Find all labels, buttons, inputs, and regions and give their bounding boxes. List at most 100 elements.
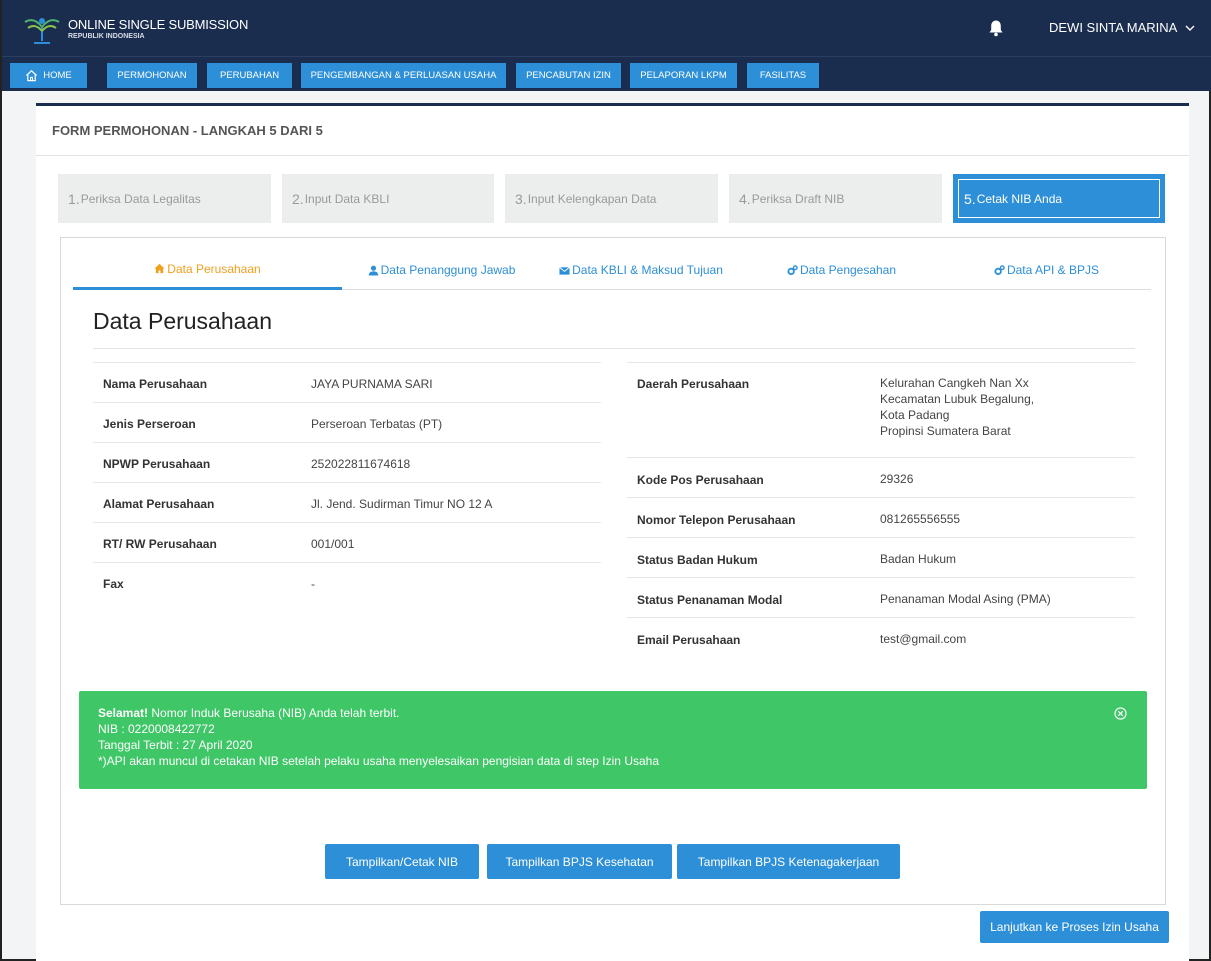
- alert-strong: Selamat!: [98, 706, 149, 720]
- home-icon: [26, 70, 38, 82]
- button-label: Tampilkan BPJS Kesehatan: [505, 854, 654, 869]
- bell-icon[interactable]: [987, 19, 1005, 37]
- field-row: Kode Pos Perusahaan 29326: [627, 457, 1135, 497]
- nav-fasilitas[interactable]: FASILITAS: [747, 63, 819, 88]
- step-4[interactable]: 4. Periksa Draft NIB: [729, 174, 942, 223]
- lanjutkan-izin-usaha-button[interactable]: Lanjutkan ke Proses Izin Usaha: [980, 911, 1169, 943]
- field-row: Fax -: [93, 562, 601, 602]
- tab-label: Data Penanggung Jawab: [380, 263, 516, 277]
- chevron-down-icon: [1185, 25, 1195, 31]
- field-label: RT/ RW Perusahaan: [103, 537, 217, 551]
- step-label: Periksa Draft NIB: [751, 191, 845, 206]
- user-icon: [368, 265, 378, 276]
- right-field-table: Daerah Perusahaan Kelurahan Cangkeh Nan …: [627, 362, 1135, 657]
- field-label: Nama Perusahaan: [103, 377, 208, 391]
- field-label: Jenis Perseroan: [103, 417, 196, 431]
- tab-bar: Data Perusahaan Data Penanggung Jawab Da…: [73, 250, 1151, 290]
- field-row: Nomor Telepon Perusahaan 081265556555: [627, 497, 1135, 537]
- alert-line: Selamat! Nomor Induk Berusaha (NIB) Anda…: [98, 705, 1147, 721]
- nav-label: PENCABUTAN IZIN: [526, 70, 611, 81]
- home-icon: [154, 263, 165, 274]
- field-row: Alamat Perusahaan Jl. Jend. Sudirman Tim…: [93, 482, 601, 522]
- alert-text: Nomor Induk Berusaha (NIB) Anda telah te…: [148, 706, 400, 720]
- step-2[interactable]: 2. Input Data KBLI: [282, 174, 494, 223]
- section-title: Data Perusahaan: [93, 308, 273, 334]
- field-row: Jenis Perseroan Perseroan Terbatas (PT): [93, 402, 601, 442]
- tab-data-api-bpjs[interactable]: Data API & BPJS: [942, 250, 1151, 290]
- tab-data-pengesahan[interactable]: Data Pengesahan: [741, 250, 942, 290]
- nav-label: PENGEMBANGAN & PERLUASAN USAHA: [310, 70, 497, 81]
- nav-home[interactable]: HOME: [10, 63, 87, 88]
- field-value: test@gmail.com: [880, 632, 967, 646]
- nav-pelaporan-lkpm[interactable]: PELAPORAN LKPM: [630, 63, 737, 88]
- button-label: Lanjutkan ke Proses Izin Usaha: [990, 920, 1159, 934]
- address-line: Kota Padang: [880, 408, 950, 422]
- field-row: Status Penanaman Modal Penanaman Modal A…: [627, 577, 1135, 617]
- tab-data-perusahaan[interactable]: Data Perusahaan: [73, 250, 342, 290]
- oss-logo-icon: [24, 18, 60, 44]
- field-row: Daerah Perusahaan Kelurahan Cangkeh Nan …: [627, 362, 1135, 457]
- close-icon[interactable]: [1114, 707, 1127, 720]
- button-label: Tampilkan BPJS Ketenagakerjaan: [697, 854, 880, 869]
- gears-icon: [787, 264, 798, 275]
- step-label: Input Kelengkapan Data: [527, 191, 657, 206]
- field-value: -: [311, 577, 315, 591]
- field-label: Fax: [103, 577, 124, 591]
- address-line: Propinsi Sumatera Barat: [880, 424, 1011, 438]
- cetak-nib-button[interactable]: Tampilkan/Cetak NIB: [325, 844, 479, 879]
- tab-data-penanggung-jawab[interactable]: Data Penanggung Jawab: [342, 250, 541, 290]
- step-3[interactable]: 3. Input Kelengkapan Data: [505, 174, 718, 223]
- field-label: Nomor Telepon Perusahaan: [637, 513, 796, 527]
- field-label: Kode Pos Perusahaan: [637, 473, 764, 487]
- form-card: FORM PERMOHONAN - LANGKAH 5 DARI 5 1. Pe…: [36, 103, 1189, 961]
- app-window: ONLINE SINGLE SUBMISSION REPUBLIK INDONE…: [0, 0, 1211, 961]
- step-number: 4.: [739, 190, 751, 207]
- envelope-icon: [559, 266, 570, 275]
- field-value: Badan Hukum: [880, 552, 957, 566]
- tab-label: Data KBLI & Maksud Tujuan: [572, 263, 723, 277]
- form-title: FORM PERMOHONAN - LANGKAH 5 DARI 5: [36, 106, 1189, 156]
- nav-permohonan[interactable]: PERMOHONAN: [107, 63, 197, 88]
- step-active-frame: 5. Cetak NIB Anda: [958, 179, 1160, 218]
- step-number: 3.: [515, 190, 527, 207]
- brand-logo[interactable]: ONLINE SINGLE SUBMISSION REPUBLIK INDONE…: [22, 11, 248, 45]
- field-row: Nama Perusahaan JAYA PURNAMA SARI: [93, 362, 601, 402]
- step-label: Input Data KBLI: [304, 191, 390, 206]
- alert-date: Tanggal Terbit : 27 April 2020: [98, 738, 253, 752]
- nav-pengembangan[interactable]: PENGEMBANGAN & PERLUASAN USAHA: [301, 63, 506, 88]
- field-value: Perseroan Terbatas (PT): [311, 417, 443, 431]
- field-value: 29326: [880, 472, 914, 486]
- nav-home-label: HOME: [43, 70, 72, 81]
- alert-note: *)API akan muncul di cetakan NIB setelah…: [98, 754, 660, 768]
- bpjs-kesehatan-button[interactable]: Tampilkan BPJS Kesehatan: [487, 844, 672, 879]
- data-panel: Data Perusahaan Data Penanggung Jawab Da…: [60, 237, 1166, 905]
- nav-label: PERUBAHAN: [219, 70, 280, 81]
- field-label: Daerah Perusahaan: [637, 377, 750, 391]
- bpjs-ketenagakerjaan-button[interactable]: Tampilkan BPJS Ketenagakerjaan: [677, 844, 900, 879]
- tab-label: Data Pengesahan: [799, 263, 897, 277]
- nav-perubahan[interactable]: PERUBAHAN: [207, 63, 292, 88]
- user-name: DEWI SINTA MARINA: [1049, 20, 1178, 35]
- user-menu[interactable]: DEWI SINTA MARINA: [1049, 20, 1195, 35]
- success-alert: Selamat! Nomor Induk Berusaha (NIB) Anda…: [79, 691, 1147, 789]
- step-5[interactable]: 5. Cetak NIB Anda: [953, 174, 1165, 223]
- alert-nib: NIB : 0220008422772: [98, 722, 215, 736]
- field-row: Email Perusahaan test@gmail.com: [627, 617, 1135, 657]
- field-row: NPWP Perusahaan 252022811674618: [93, 442, 601, 482]
- gears-icon: [994, 264, 1005, 275]
- top-bar: ONLINE SINGLE SUBMISSION REPUBLIK INDONE…: [2, 0, 1211, 56]
- nav-label: PELAPORAN LKPM: [640, 70, 727, 81]
- field-value-multiline: Kelurahan Cangkeh Nan Xx Kecamatan Lubuk…: [880, 375, 1034, 439]
- left-field-table: Nama Perusahaan JAYA PURNAMA SARI Jenis …: [93, 362, 601, 602]
- tab-data-kbli[interactable]: Data KBLI & Maksud Tujuan: [541, 250, 741, 290]
- step-1[interactable]: 1. Periksa Data Legalitas: [58, 174, 271, 223]
- step-label: Periksa Data Legalitas: [80, 191, 201, 206]
- button-label: Tampilkan/Cetak NIB: [345, 854, 459, 869]
- address-line: Kelurahan Cangkeh Nan Xx: [880, 376, 1029, 390]
- field-label: Alamat Perusahaan: [103, 497, 215, 511]
- field-value: 252022811674618: [311, 457, 411, 471]
- field-value: 081265556555: [880, 512, 961, 526]
- main-nav: HOME PERMOHONAN PERUBAHAN PENGEMBANGAN &…: [2, 56, 1211, 91]
- nav-pencabutan-izin[interactable]: PENCABUTAN IZIN: [516, 63, 621, 88]
- field-value: Penanaman Modal Asing (PMA): [880, 592, 1051, 606]
